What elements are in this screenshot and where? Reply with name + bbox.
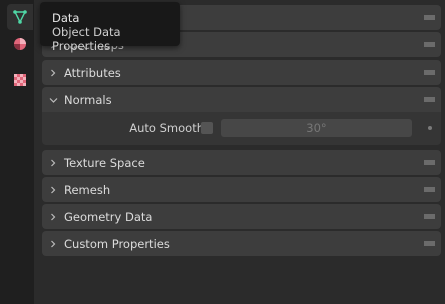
chevron-right-icon	[48, 185, 58, 195]
panel-label: Geometry Data	[64, 209, 153, 224]
panel-remesh[interactable]: Remesh	[42, 177, 441, 202]
panel-label: Normals	[64, 92, 112, 107]
tab-object-data[interactable]	[7, 4, 33, 30]
auto-smooth-checkbox[interactable]	[201, 122, 213, 134]
drag-grip-icon[interactable]	[424, 241, 435, 246]
tooltip: Data Object Data Properties	[40, 2, 180, 53]
panel-label: Remesh	[64, 182, 111, 197]
normals-panel-body: Auto Smooth 30°	[42, 112, 441, 145]
drag-grip-icon[interactable]	[424, 70, 435, 75]
panel-label: Texture Space	[64, 155, 145, 170]
drag-grip-icon[interactable]	[424, 187, 435, 192]
auto-smooth-angle-field[interactable]: 30°	[221, 119, 412, 137]
panel-attributes[interactable]: Attributes	[42, 60, 441, 85]
chevron-right-icon	[48, 239, 58, 249]
tooltip-subtitle: Object Data Properties	[52, 25, 121, 53]
chevron-right-icon	[48, 68, 58, 78]
panel-label: Custom Properties	[64, 236, 170, 251]
tooltip-title: Data	[52, 11, 80, 25]
panel-custom-properties[interactable]: Custom Properties	[42, 231, 441, 256]
chevron-right-icon	[48, 212, 58, 222]
drag-grip-icon[interactable]	[424, 97, 435, 102]
object-data-icon	[13, 10, 27, 24]
drag-grip-icon[interactable]	[424, 15, 435, 20]
drag-grip-icon[interactable]	[424, 42, 435, 47]
auto-smooth-label: Auto Smooth	[129, 121, 204, 135]
panel-normals[interactable]: Normals	[42, 87, 441, 112]
material-icon	[14, 38, 26, 50]
panel-label: Attributes	[64, 65, 121, 80]
texture-icon	[14, 74, 26, 86]
keyframe-dot-icon[interactable]	[428, 126, 432, 130]
panel-texture-space[interactable]: Texture Space	[42, 150, 441, 175]
drag-grip-icon[interactable]	[424, 214, 435, 219]
tab-texture[interactable]	[7, 67, 33, 93]
chevron-down-icon	[48, 95, 58, 105]
tab-material[interactable]	[7, 31, 33, 57]
drag-grip-icon[interactable]	[424, 160, 435, 165]
chevron-right-icon	[48, 158, 58, 168]
properties-tab-bar	[0, 0, 34, 304]
panel-geometry-data[interactable]: Geometry Data	[42, 204, 441, 229]
